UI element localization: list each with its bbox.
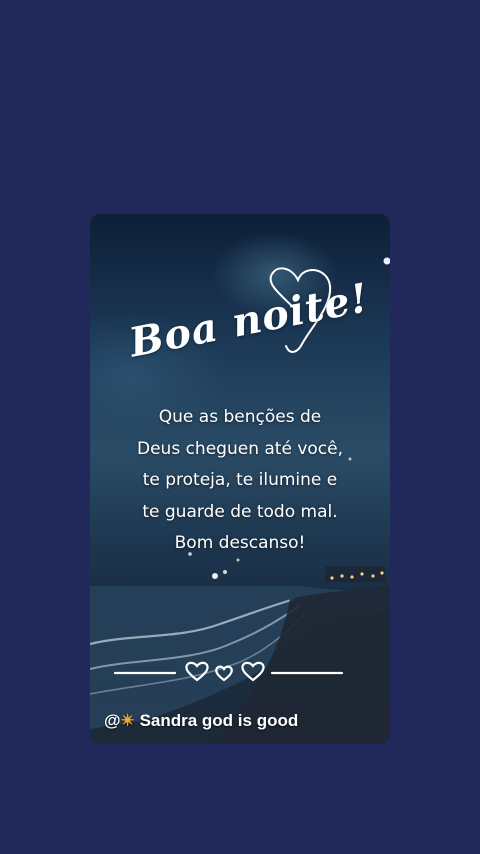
message-line: te guarde de todo mal. (142, 501, 338, 522)
greeting-card: Boa noite! Que as benções de Deus chegue… (90, 214, 390, 744)
message-line: Bom descanso! (174, 533, 306, 553)
moon-icon (383, 257, 390, 265)
sun-icon: ✴ (120, 711, 135, 730)
message-line: te proteja, te ilumine e (142, 470, 338, 490)
hearts-divider (113, 661, 344, 682)
message-line: Deus cheguen até você, (137, 438, 343, 459)
watermark-author: Sandra god is good (139, 711, 299, 730)
house-light (350, 575, 354, 579)
sparkle (212, 573, 218, 579)
house-light (340, 574, 344, 578)
heart-icon (241, 661, 265, 682)
house-light (380, 571, 384, 575)
author-watermark: @✴ Sandra god is good (104, 711, 298, 731)
house-light (371, 574, 375, 578)
message-line: Que as benções de (158, 407, 322, 427)
heart-icon (185, 661, 209, 682)
sparkle (223, 570, 227, 574)
house-light (330, 576, 334, 580)
watermark-prefix: @ (104, 711, 121, 730)
greeting-message: Que as benções de Deus cheguen até você,… (90, 402, 390, 560)
heart-icon (215, 665, 233, 682)
house-light (360, 572, 364, 576)
shore-houses (325, 566, 385, 582)
